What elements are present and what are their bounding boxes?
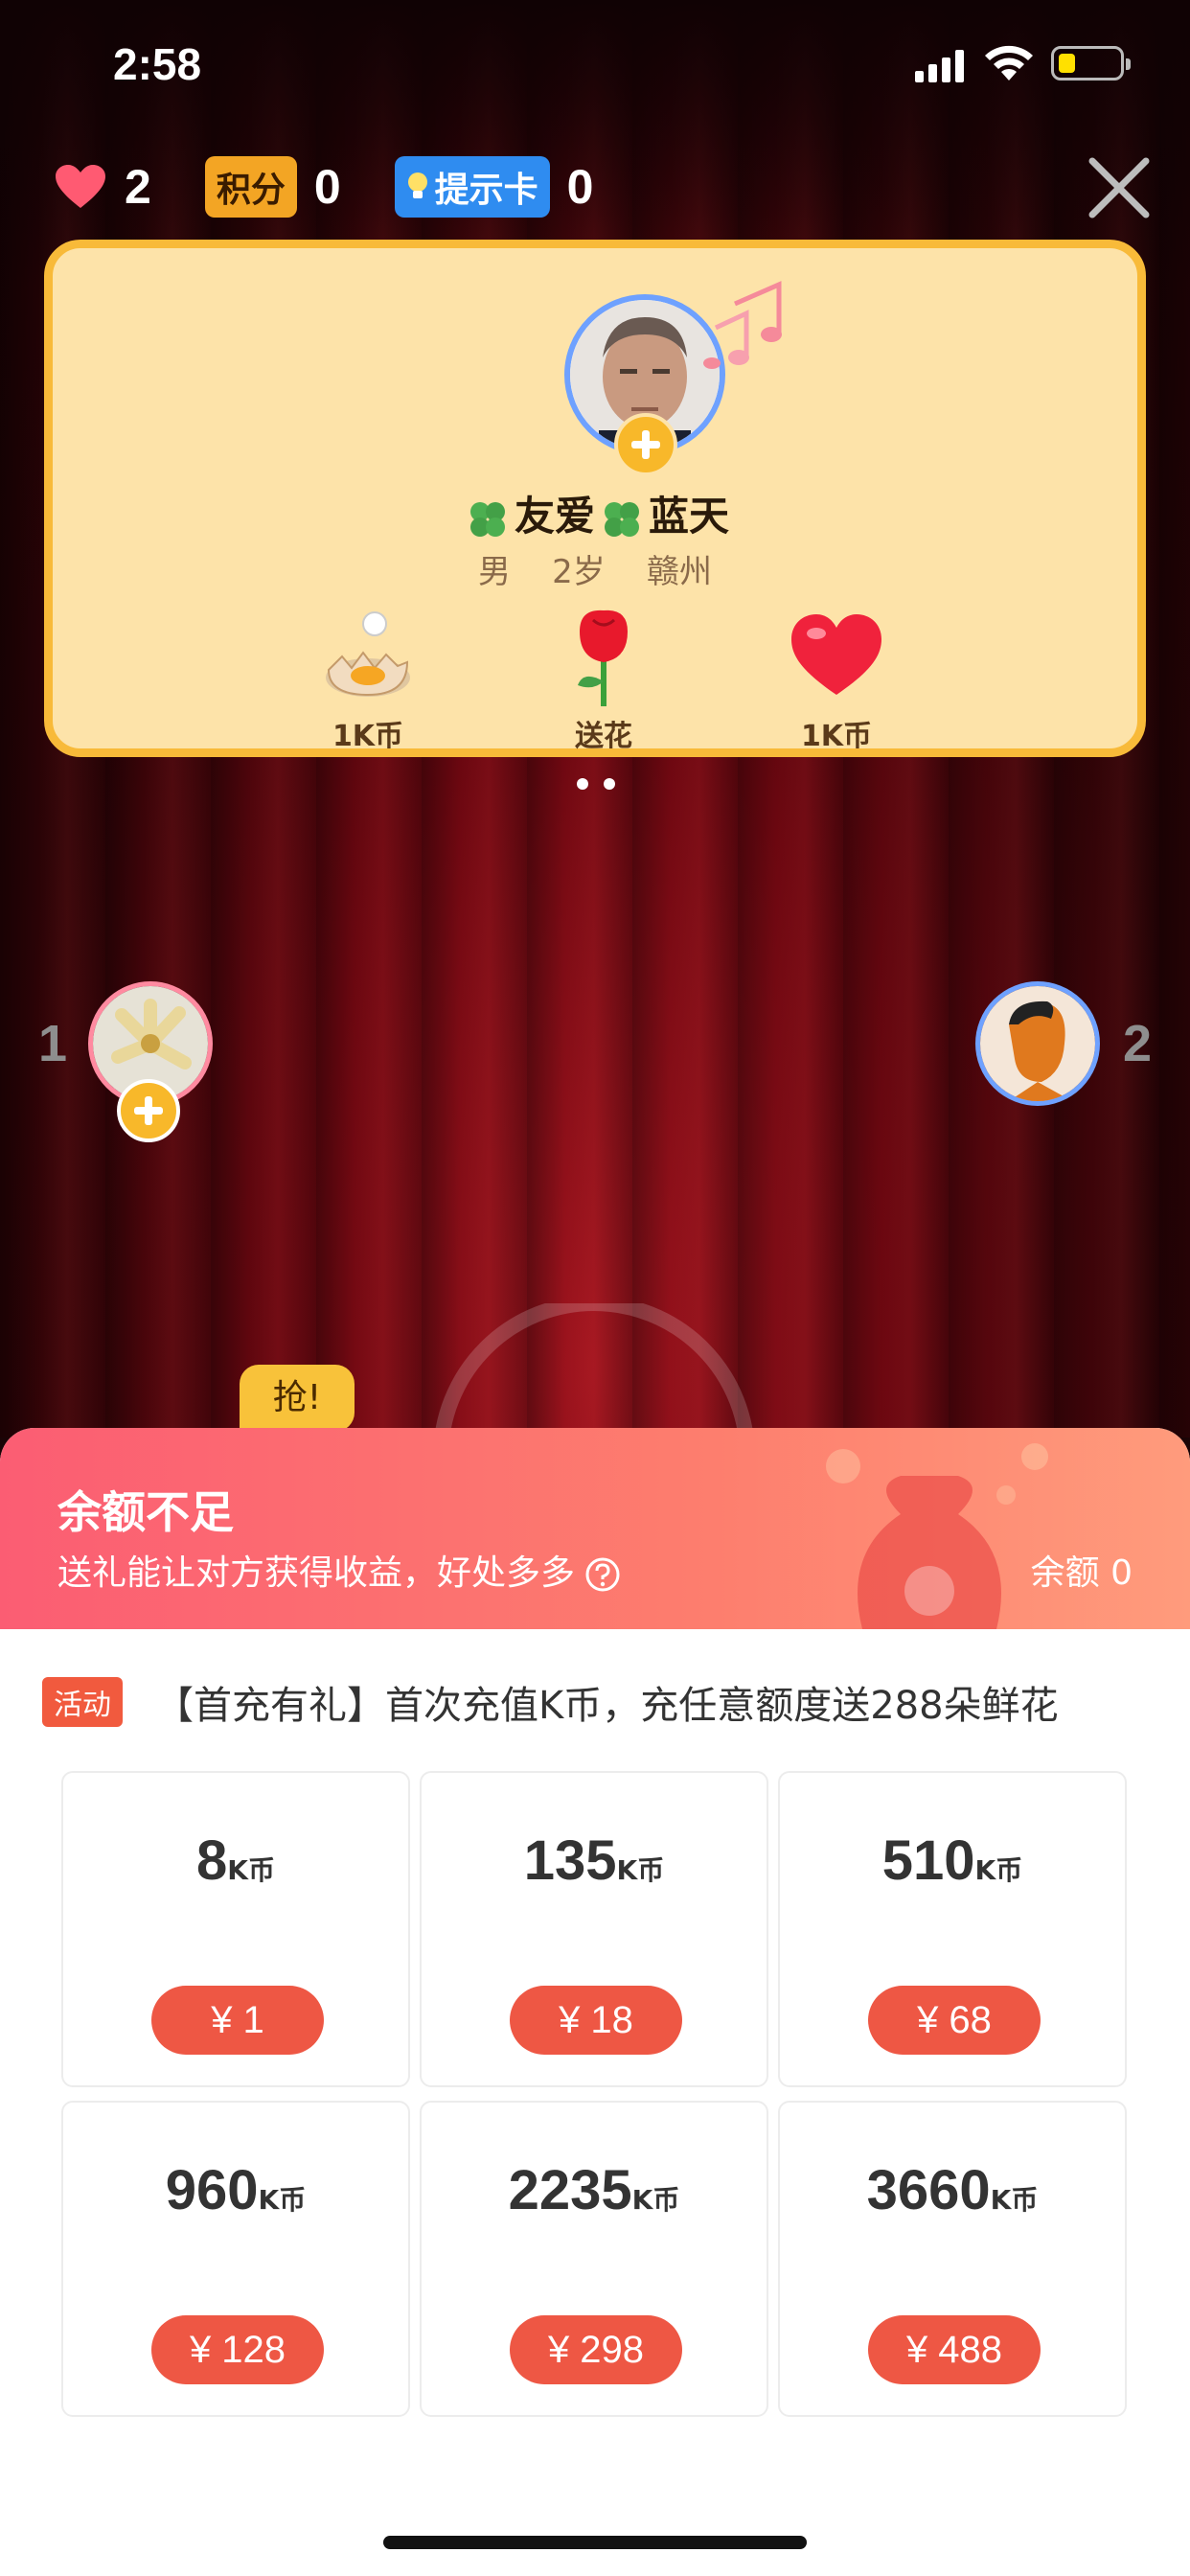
battery-icon — [1051, 46, 1131, 80]
package-amount: 960 — [165, 2159, 259, 2221]
package-amount: 135 — [523, 1829, 617, 1892]
home-indicator[interactable] — [383, 2536, 807, 2549]
lightbulb-icon — [407, 172, 427, 198]
seat-1-add-button[interactable] — [117, 1079, 180, 1142]
sheet-subtitle-text: 送礼能让对方获得收益，好处多多 — [57, 1553, 576, 1593]
recharge-package[interactable]: 2235K币 ¥ 298 — [420, 2101, 768, 2417]
package-unit: K币 — [616, 1854, 665, 1886]
music-note-icon — [703, 281, 782, 369]
profile-city: 赣州 — [647, 553, 713, 591]
heart-icon — [56, 165, 105, 208]
package-amount: 3660 — [866, 2159, 991, 2221]
recharge-package[interactable]: 510K币 ¥ 68 — [778, 1771, 1127, 2087]
profile-age: 2岁 — [552, 553, 606, 591]
grab-bubble[interactable]: 抢! — [240, 1365, 355, 1432]
recharge-package[interactable]: 135K币 ¥ 18 — [420, 1771, 768, 2087]
profile-card: 友爱 蓝天 男 2岁 赣州 1K币 送花 1K币 — [44, 240, 1146, 757]
gift-label: 送花 — [575, 720, 632, 753]
recharge-package[interactable]: 3660K币 ¥ 488 — [778, 2101, 1127, 2417]
sheet-subtitle: 送礼能让对方获得收益，好处多多 — [57, 1545, 621, 1595]
package-unit: K币 — [990, 2184, 1039, 2216]
package-price-button[interactable]: ¥ 18 — [510, 1986, 682, 2055]
clover-icon — [605, 501, 639, 537]
recharge-sheet: 余额不足 送礼能让对方获得收益，好处多多 余额 0 活动 【首充有礼】首次充值K… — [0, 1428, 1190, 2576]
page-indicator — [577, 778, 615, 792]
hints-count: 0 — [566, 160, 594, 214]
package-unit: K币 — [974, 1854, 1023, 1886]
hint-card-badge[interactable]: 提示卡 — [394, 156, 550, 218]
package-amount: 2235 — [508, 2159, 632, 2221]
money-bag-icon — [826, 1443, 1048, 1629]
balance-text: 余额 0 — [1030, 1553, 1133, 1593]
points-badge: 积分 — [204, 156, 297, 218]
seat-avatar-2[interactable] — [975, 981, 1100, 1106]
insufficient-balance-title: 余额不足 — [57, 1486, 234, 1538]
gift-rose[interactable]: 送花 — [537, 603, 671, 754]
cracked-egg-icon — [326, 611, 410, 697]
seat-number-1: 1 — [38, 1015, 68, 1072]
heart-gift-icon — [791, 614, 881, 695]
wifi-icon — [985, 45, 1033, 80]
package-unit: K币 — [631, 2184, 680, 2216]
points-count: 0 — [313, 160, 341, 214]
name-part-1: 友爱 — [514, 493, 595, 540]
profile-name: 友爱 蓝天 — [53, 484, 1137, 542]
follow-add-button[interactable] — [614, 413, 677, 476]
package-price-button[interactable]: ¥ 68 — [868, 1986, 1041, 2055]
seat-number-2: 2 — [1123, 1015, 1153, 1072]
gift-heart[interactable]: 1K币 — [769, 603, 904, 754]
package-amount: 510 — [881, 1829, 975, 1892]
hint-card-label: 提示卡 — [434, 171, 538, 210]
status-bar: 2:58 — [0, 0, 1190, 126]
recharge-package[interactable]: 960K币 ¥ 128 — [61, 2101, 410, 2417]
promo-text: 【首充有礼】首次充值K币，充任意额度送288朵鲜花 — [155, 1684, 1059, 1728]
package-price-button[interactable]: ¥ 1 — [151, 1986, 324, 2055]
package-amount: 8 — [196, 1829, 228, 1892]
package-price-button[interactable]: ¥ 298 — [510, 2315, 682, 2384]
package-price-button[interactable]: ¥ 128 — [151, 2315, 324, 2384]
package-price-button[interactable]: ¥ 488 — [868, 2315, 1041, 2384]
top-stats-bar: 2 积分 0 提示卡 0 — [54, 153, 593, 220]
rose-icon — [578, 610, 628, 706]
recharge-package[interactable]: 8K币 ¥ 1 — [61, 1771, 410, 2087]
promo-banner[interactable]: 活动 【首充有礼】首次充值K币，充任意额度送288朵鲜花 — [42, 1675, 1154, 1729]
name-part-2: 蓝天 — [649, 493, 730, 540]
clover-icon — [469, 501, 505, 537]
status-time: 2:58 — [113, 39, 202, 89]
profile-info: 男 2岁 赣州 — [53, 545, 1137, 592]
help-icon[interactable] — [584, 1556, 621, 1593]
promo-tag: 活动 — [42, 1677, 123, 1727]
gift-label: 1K币 — [800, 720, 873, 753]
hearts-count: 2 — [125, 160, 151, 214]
profile-gender: 男 — [477, 553, 511, 591]
close-icon[interactable] — [1085, 153, 1154, 222]
gift-cracked-egg[interactable]: 1K币 — [301, 603, 435, 754]
gift-label: 1K币 — [332, 720, 404, 753]
sheet-header: 余额不足 送礼能让对方获得收益，好处多多 余额 0 — [0, 1428, 1190, 1629]
package-unit: K币 — [258, 2184, 307, 2216]
cellular-signal-icon — [915, 50, 964, 82]
package-unit: K币 — [227, 1854, 275, 1886]
